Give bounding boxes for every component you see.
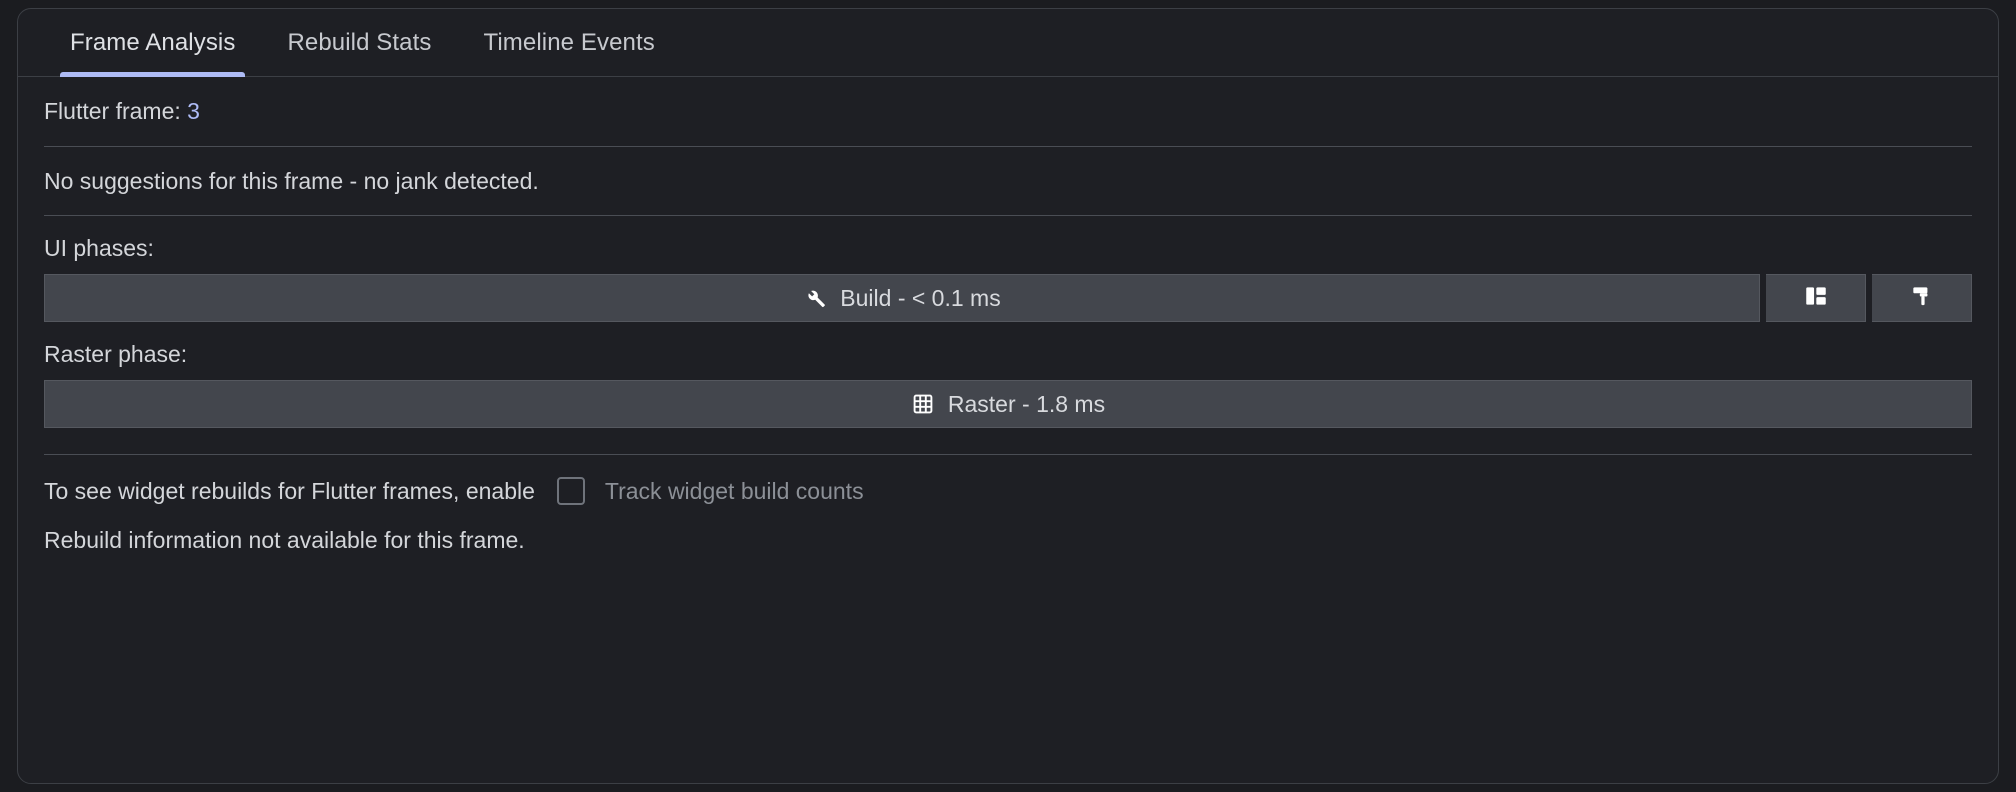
build-phase-label: Build - < 0.1 ms [840, 284, 1001, 311]
build-phase-bar[interactable]: Build - < 0.1 ms [44, 274, 1760, 323]
tab-bar: Frame Analysis Rebuild Stats Timeline Ev… [18, 9, 1998, 77]
ui-phases-row: Build - < 0.1 ms [44, 274, 1972, 323]
tab-frame-analysis[interactable]: Frame Analysis [44, 9, 261, 77]
tab-timeline-events[interactable]: Timeline Events [458, 9, 681, 77]
flutter-frame-row: Flutter frame: 3 [44, 77, 1972, 146]
track-widget-build-counts-label[interactable]: Track widget build counts [605, 478, 864, 505]
flutter-frame-number: 3 [187, 98, 200, 124]
split-layout-button[interactable] [1766, 274, 1866, 323]
tab-label: Rebuild Stats [287, 29, 432, 56]
ui-phases-label: UI phases: [44, 235, 154, 262]
frame-analysis-body: Flutter frame: 3 No suggestions for this… [18, 77, 1998, 554]
raster-phase-label: Raster phase: [44, 341, 188, 368]
rebuild-prefix-text: To see widget rebuilds for Flutter frame… [44, 477, 535, 504]
tab-rebuild-stats[interactable]: Rebuild Stats [261, 9, 457, 77]
flutter-frame-label: Flutter frame: [44, 98, 188, 124]
tab-label: Timeline Events [483, 29, 655, 56]
grid-icon [911, 392, 935, 416]
rebuild-info-note: Rebuild information not available for th… [44, 527, 525, 554]
suggestions-text: No suggestions for this frame - no jank … [44, 167, 539, 194]
paint-roller-button[interactable] [1872, 274, 1972, 323]
track-widget-build-counts-checkbox[interactable] [556, 477, 585, 506]
split-layout-icon [1803, 283, 1829, 314]
tab-active-indicator [60, 72, 246, 77]
frame-analysis-panel: Frame Analysis Rebuild Stats Timeline Ev… [17, 8, 1999, 784]
raster-phase-bar-label: Raster - 1.8 ms [947, 390, 1106, 417]
raster-phase-row: Raster - 1.8 ms [44, 380, 1972, 429]
raster-phase-bar[interactable]: Raster - 1.8 ms [44, 380, 1972, 429]
wrench-icon [803, 286, 827, 310]
track-widget-build-counts-row: To see widget rebuilds for Flutter frame… [44, 455, 1972, 513]
paint-roller-icon [1909, 283, 1935, 314]
tab-label: Frame Analysis [70, 29, 236, 56]
